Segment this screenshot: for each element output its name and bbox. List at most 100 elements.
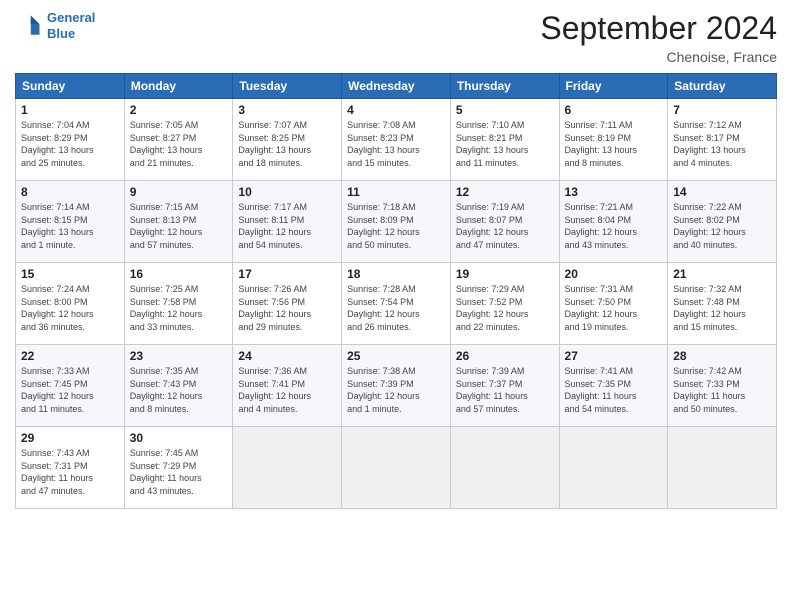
calendar-cell	[559, 427, 668, 509]
calendar-cell: 30Sunrise: 7:45 AM Sunset: 7:29 PM Dayli…	[124, 427, 233, 509]
calendar-cell: 27Sunrise: 7:41 AM Sunset: 7:35 PM Dayli…	[559, 345, 668, 427]
day-info: Sunrise: 7:31 AM Sunset: 7:50 PM Dayligh…	[565, 283, 663, 333]
title-area: September 2024 Chenoise, France	[540, 10, 777, 65]
calendar-cell: 4 Sunrise: 7:08 AM Sunset: 8:23 PM Daylig…	[342, 99, 451, 181]
calendar-cell: 10Sunrise: 7:17 AM Sunset: 8:11 PM Dayli…	[233, 181, 342, 263]
day-number: 20	[565, 267, 663, 281]
calendar-cell: 6Sunrise: 7:11 AM Sunset: 8:19 PM Daylig…	[559, 99, 668, 181]
day-number: 15	[21, 267, 119, 281]
day-info: Sunrise: 7:17 AM Sunset: 8:11 PM Dayligh…	[238, 201, 336, 251]
calendar-cell: 17 Sunrise: 7:26 AM Sunset: 7:56 PM Dayli…	[233, 263, 342, 345]
day-number: 3	[238, 103, 336, 117]
calendar-table: Sunday Monday Tuesday Wednesday Thursday…	[15, 73, 777, 509]
calendar-cell	[233, 427, 342, 509]
day-number: 30	[130, 431, 228, 445]
day-number: 23	[130, 349, 228, 363]
day-info: Sunrise: 7:32 AM Sunset: 7:48 PM Dayligh…	[673, 283, 771, 333]
day-number: 17	[238, 267, 336, 281]
calendar-week-row: 15 Sunrise: 7:24 AM Sunset: 8:00 PM Dayli…	[16, 263, 777, 345]
calendar-cell: 1Sunrise: 7:04 AM Sunset: 8:29 PM Daylig…	[16, 99, 125, 181]
day-number: 12	[456, 185, 554, 199]
calendar-cell	[668, 427, 777, 509]
col-saturday: Saturday	[668, 74, 777, 99]
calendar-cell: 28Sunrise: 7:42 AM Sunset: 7:33 PM Dayli…	[668, 345, 777, 427]
day-info: Sunrise: 7:43 AM Sunset: 7:31 PM Dayligh…	[21, 447, 119, 497]
logo-line2: Blue	[47, 26, 95, 42]
col-thursday: Thursday	[450, 74, 559, 99]
calendar-week-row: 1Sunrise: 7:04 AM Sunset: 8:29 PM Daylig…	[16, 99, 777, 181]
day-info: Sunrise: 7:04 AM Sunset: 8:29 PM Dayligh…	[21, 119, 119, 169]
calendar-cell: 24Sunrise: 7:36 AM Sunset: 7:41 PM Dayli…	[233, 345, 342, 427]
day-info: Sunrise: 7:12 AM Sunset: 8:17 PM Dayligh…	[673, 119, 771, 169]
calendar-week-row: 22Sunrise: 7:33 AM Sunset: 7:45 PM Dayli…	[16, 345, 777, 427]
day-info: Sunrise: 7:11 AM Sunset: 8:19 PM Dayligh…	[565, 119, 663, 169]
calendar-cell: 14 Sunrise: 7:22 AM Sunset: 8:02 PM Dayli…	[668, 181, 777, 263]
calendar-cell: 29 Sunrise: 7:43 AM Sunset: 7:31 PM Dayli…	[16, 427, 125, 509]
day-info: Sunrise: 7:36 AM Sunset: 7:41 PM Dayligh…	[238, 365, 336, 415]
calendar-cell: 15 Sunrise: 7:24 AM Sunset: 8:00 PM Dayli…	[16, 263, 125, 345]
header-row: Sunday Monday Tuesday Wednesday Thursday…	[16, 74, 777, 99]
day-number: 14	[673, 185, 771, 199]
calendar-cell: 7 Sunrise: 7:12 AM Sunset: 8:17 PM Daylig…	[668, 99, 777, 181]
day-info: Sunrise: 7:21 AM Sunset: 8:04 PM Dayligh…	[565, 201, 663, 251]
day-info: Sunrise: 7:35 AM Sunset: 7:43 PM Dayligh…	[130, 365, 228, 415]
logo-icon	[15, 12, 43, 40]
day-info: Sunrise: 7:07 AM Sunset: 8:25 PM Dayligh…	[238, 119, 336, 169]
location: Chenoise, France	[540, 49, 777, 65]
calendar-cell: 3 Sunrise: 7:07 AM Sunset: 8:25 PM Daylig…	[233, 99, 342, 181]
day-info: Sunrise: 7:10 AM Sunset: 8:21 PM Dayligh…	[456, 119, 554, 169]
day-info: Sunrise: 7:38 AM Sunset: 7:39 PM Dayligh…	[347, 365, 445, 415]
calendar-cell	[450, 427, 559, 509]
calendar-cell: 16Sunrise: 7:25 AM Sunset: 7:58 PM Dayli…	[124, 263, 233, 345]
calendar-cell: 11Sunrise: 7:18 AM Sunset: 8:09 PM Dayli…	[342, 181, 451, 263]
calendar-week-row: 8 Sunrise: 7:14 AM Sunset: 8:15 PM Daylig…	[16, 181, 777, 263]
logo-line1: General	[47, 10, 95, 26]
day-number: 25	[347, 349, 445, 363]
day-number: 27	[565, 349, 663, 363]
logo: General Blue	[15, 10, 95, 41]
day-info: Sunrise: 7:26 AM Sunset: 7:56 PM Dayligh…	[238, 283, 336, 333]
day-info: Sunrise: 7:08 AM Sunset: 8:23 PM Dayligh…	[347, 119, 445, 169]
day-number: 7	[673, 103, 771, 117]
calendar-cell: 23 Sunrise: 7:35 AM Sunset: 7:43 PM Dayli…	[124, 345, 233, 427]
day-number: 19	[456, 267, 554, 281]
day-info: Sunrise: 7:29 AM Sunset: 7:52 PM Dayligh…	[456, 283, 554, 333]
day-info: Sunrise: 7:15 AM Sunset: 8:13 PM Dayligh…	[130, 201, 228, 251]
header: General Blue September 2024 Chenoise, Fr…	[15, 10, 777, 65]
calendar-cell: 5Sunrise: 7:10 AM Sunset: 8:21 PM Daylig…	[450, 99, 559, 181]
calendar-cell: 13 Sunrise: 7:21 AM Sunset: 8:04 PM Dayli…	[559, 181, 668, 263]
day-info: Sunrise: 7:05 AM Sunset: 8:27 PM Dayligh…	[130, 119, 228, 169]
day-number: 22	[21, 349, 119, 363]
day-number: 8	[21, 185, 119, 199]
day-info: Sunrise: 7:28 AM Sunset: 7:54 PM Dayligh…	[347, 283, 445, 333]
calendar-cell: 19 Sunrise: 7:29 AM Sunset: 7:52 PM Dayli…	[450, 263, 559, 345]
col-friday: Friday	[559, 74, 668, 99]
calendar-cell: 20 Sunrise: 7:31 AM Sunset: 7:50 PM Dayli…	[559, 263, 668, 345]
day-info: Sunrise: 7:14 AM Sunset: 8:15 PM Dayligh…	[21, 201, 119, 251]
calendar-cell: 2 Sunrise: 7:05 AM Sunset: 8:27 PM Daylig…	[124, 99, 233, 181]
day-info: Sunrise: 7:22 AM Sunset: 8:02 PM Dayligh…	[673, 201, 771, 251]
calendar-cell: 22Sunrise: 7:33 AM Sunset: 7:45 PM Dayli…	[16, 345, 125, 427]
day-number: 16	[130, 267, 228, 281]
col-tuesday: Tuesday	[233, 74, 342, 99]
day-info: Sunrise: 7:42 AM Sunset: 7:33 PM Dayligh…	[673, 365, 771, 415]
day-info: Sunrise: 7:24 AM Sunset: 8:00 PM Dayligh…	[21, 283, 119, 333]
day-number: 2	[130, 103, 228, 117]
day-info: Sunrise: 7:39 AM Sunset: 7:37 PM Dayligh…	[456, 365, 554, 415]
day-number: 21	[673, 267, 771, 281]
day-number: 29	[21, 431, 119, 445]
col-monday: Monday	[124, 74, 233, 99]
calendar-cell: 21 Sunrise: 7:32 AM Sunset: 7:48 PM Dayli…	[668, 263, 777, 345]
calendar-cell: 12 Sunrise: 7:19 AM Sunset: 8:07 PM Dayli…	[450, 181, 559, 263]
day-info: Sunrise: 7:19 AM Sunset: 8:07 PM Dayligh…	[456, 201, 554, 251]
calendar-cell: 25 Sunrise: 7:38 AM Sunset: 7:39 PM Dayli…	[342, 345, 451, 427]
day-number: 13	[565, 185, 663, 199]
calendar-week-row: 29 Sunrise: 7:43 AM Sunset: 7:31 PM Dayli…	[16, 427, 777, 509]
col-sunday: Sunday	[16, 74, 125, 99]
col-wednesday: Wednesday	[342, 74, 451, 99]
calendar-cell	[342, 427, 451, 509]
calendar-cell: 8 Sunrise: 7:14 AM Sunset: 8:15 PM Daylig…	[16, 181, 125, 263]
calendar-cell: 18Sunrise: 7:28 AM Sunset: 7:54 PM Dayli…	[342, 263, 451, 345]
calendar-cell: 9Sunrise: 7:15 AM Sunset: 8:13 PM Daylig…	[124, 181, 233, 263]
day-number: 4	[347, 103, 445, 117]
